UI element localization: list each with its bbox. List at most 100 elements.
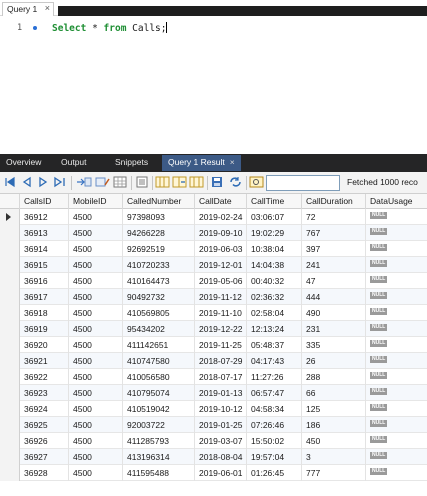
cell-datausage-null-badge[interactable]: NULL <box>370 292 388 299</box>
table-row[interactable]: 36928 4500 411595488 2019-06-01 01:26:45 777 N… <box>0 465 427 481</box>
cell-mobileid[interactable]: 4500 <box>69 321 123 337</box>
cell-callsid[interactable]: 36913 <box>20 225 69 241</box>
last-record-icon[interactable] <box>53 176 67 189</box>
table-row[interactable]: 36914 4500 92692519 2019-06-03 10:38:04 397 NU… <box>0 241 427 257</box>
row-selector[interactable] <box>0 465 20 481</box>
cell-calldate[interactable]: 2019-12-22 <box>195 321 247 337</box>
cell-callednumber[interactable]: 410795074 <box>123 385 195 401</box>
table-row[interactable]: 36923 4500 410795074 2019-01-13 06:57:47 66 NU… <box>0 385 427 401</box>
cell-datausage-null-badge[interactable]: NULL <box>370 276 388 283</box>
cell-callednumber[interactable]: 410164473 <box>123 273 195 289</box>
sql-editor[interactable]: 1 Select * from Calls; <box>0 16 427 154</box>
cell-mobileid[interactable]: 4500 <box>69 225 123 241</box>
close-icon[interactable]: × <box>45 3 50 13</box>
row-selector[interactable] <box>0 385 20 401</box>
sort-icon[interactable] <box>135 176 149 189</box>
cell-datausage-null-badge[interactable]: NULL <box>370 372 388 379</box>
cell-callduration[interactable]: 186 <box>302 417 366 433</box>
filter-icon[interactable] <box>155 176 170 189</box>
row-selector[interactable] <box>0 433 20 449</box>
cell-calldate[interactable]: 2019-03-07 <box>195 433 247 449</box>
cell-callednumber[interactable]: 410519042 <box>123 401 195 417</box>
row-selector[interactable] <box>0 273 20 289</box>
cell-callduration[interactable]: 241 <box>302 257 366 273</box>
cell-callednumber[interactable]: 411142651 <box>123 337 195 353</box>
save-icon[interactable] <box>210 176 225 189</box>
cell-datausage-null-badge[interactable]: NULL <box>370 260 388 267</box>
table-row[interactable]: 36919 4500 95434202 2019-12-22 12:13:24 231 NU… <box>0 321 427 337</box>
cell-calldate[interactable]: 2019-01-25 <box>195 417 247 433</box>
cell-calldate[interactable]: 2019-10-12 <box>195 401 247 417</box>
cell-callduration[interactable]: 26 <box>302 353 366 369</box>
table-row[interactable]: 36918 4500 410569805 2019-11-10 02:58:04 490 N… <box>0 305 427 321</box>
column-header-calltime[interactable]: CallTime <box>247 194 302 209</box>
table-row[interactable]: 36921 4500 410747580 2018-07-29 04:17:43 26 NU… <box>0 353 427 369</box>
tab-output[interactable]: Output <box>61 157 87 167</box>
cell-datausage-null-badge[interactable]: NULL <box>370 212 388 219</box>
cell-callduration[interactable]: 335 <box>302 337 366 353</box>
cell-mobileid[interactable]: 4500 <box>69 209 123 225</box>
insert-column-icon[interactable] <box>189 176 204 189</box>
cell-mobileid[interactable]: 4500 <box>69 241 123 257</box>
cell-callsid[interactable]: 36914 <box>20 241 69 257</box>
cell-datausage-null-badge[interactable]: NULL <box>370 228 388 235</box>
cell-callednumber[interactable]: 94266228 <box>123 225 195 241</box>
cell-callduration[interactable]: 444 <box>302 289 366 305</box>
cell-calltime[interactable]: 03:06:07 <box>247 209 302 225</box>
table-row[interactable]: 36926 4500 411285793 2019-03-07 15:50:02 450 N… <box>0 433 427 449</box>
table-row[interactable]: 36922 4500 410056580 2018-07-17 11:27:26 288 N… <box>0 369 427 385</box>
cell-mobileid[interactable]: 4500 <box>69 385 123 401</box>
row-selector[interactable] <box>0 321 20 337</box>
cell-calltime[interactable]: 11:27:26 <box>247 369 302 385</box>
cell-callduration[interactable]: 47 <box>302 273 366 289</box>
cell-callsid[interactable]: 36916 <box>20 273 69 289</box>
cell-calltime[interactable]: 04:17:43 <box>247 353 302 369</box>
column-header-datausage[interactable]: DataUsage <box>366 194 427 209</box>
cell-calldate[interactable]: 2019-11-12 <box>195 289 247 305</box>
cell-datausage-null-badge[interactable]: NULL <box>370 404 388 411</box>
cell-callsid[interactable]: 36927 <box>20 449 69 465</box>
cell-calldate[interactable]: 2019-11-25 <box>195 337 247 353</box>
cell-callduration[interactable]: 3 <box>302 449 366 465</box>
cell-calldate[interactable]: 2019-09-10 <box>195 225 247 241</box>
table-row[interactable]: 36920 4500 411142651 2019-11-25 05:48:37 335 N… <box>0 337 427 353</box>
row-selector[interactable] <box>0 449 20 465</box>
tab-query-1-result[interactable]: Query 1 Result × <box>162 155 241 171</box>
cell-callednumber[interactable]: 97398093 <box>123 209 195 225</box>
cell-datausage-null-badge[interactable]: NULL <box>370 308 388 315</box>
cell-datausage-null-badge[interactable]: NULL <box>370 452 388 459</box>
table-row[interactable]: 36913 4500 94266228 2019-09-10 19:02:29 767 NU… <box>0 225 427 241</box>
cell-mobileid[interactable]: 4500 <box>69 337 123 353</box>
row-selector[interactable] <box>0 305 20 321</box>
row-selector[interactable] <box>0 369 20 385</box>
table-row[interactable]: 36915 4500 410720233 2019-12-01 14:04:38 241 N… <box>0 257 427 273</box>
cell-callednumber[interactable]: 410569805 <box>123 305 195 321</box>
first-record-icon[interactable] <box>4 176 16 189</box>
cell-datausage-null-badge[interactable]: NULL <box>370 436 388 443</box>
cell-callsid[interactable]: 36923 <box>20 385 69 401</box>
cell-mobileid[interactable]: 4500 <box>69 449 123 465</box>
cell-callednumber[interactable]: 92692519 <box>123 241 195 257</box>
cell-calldate[interactable]: 2019-05-06 <box>195 273 247 289</box>
table-row[interactable]: 36927 4500 413196314 2018-08-04 19:57:04 3 NUL… <box>0 449 427 465</box>
cell-callsid[interactable]: 36920 <box>20 337 69 353</box>
cell-callsid[interactable]: 36928 <box>20 465 69 481</box>
row-selector[interactable] <box>0 257 20 273</box>
cell-callduration[interactable]: 125 <box>302 401 366 417</box>
cell-datausage-null-badge[interactable]: NULL <box>370 420 388 427</box>
tab-query-1[interactable]: Query 1 × <box>2 2 54 16</box>
table-row[interactable]: 36924 4500 410519042 2019-10-12 04:58:34 125 N… <box>0 401 427 417</box>
column-chooser-icon[interactable] <box>172 176 187 189</box>
cell-calldate[interactable]: 2019-11-10 <box>195 305 247 321</box>
cell-mobileid[interactable]: 4500 <box>69 257 123 273</box>
column-header-calldate[interactable]: CallDate <box>195 194 247 209</box>
row-selector[interactable] <box>0 289 20 305</box>
column-header-mobileid[interactable]: MobileID <box>69 194 123 209</box>
cell-callednumber[interactable]: 95434202 <box>123 321 195 337</box>
cell-calldate[interactable]: 2019-06-01 <box>195 465 247 481</box>
cell-calldate[interactable]: 2018-07-29 <box>195 353 247 369</box>
refresh-icon[interactable] <box>228 176 243 189</box>
cell-mobileid[interactable]: 4500 <box>69 289 123 305</box>
table-row[interactable]: 36916 4500 410164473 2019-05-06 00:40:32 47 NU… <box>0 273 427 289</box>
cell-datausage-null-badge[interactable]: NULL <box>370 340 388 347</box>
